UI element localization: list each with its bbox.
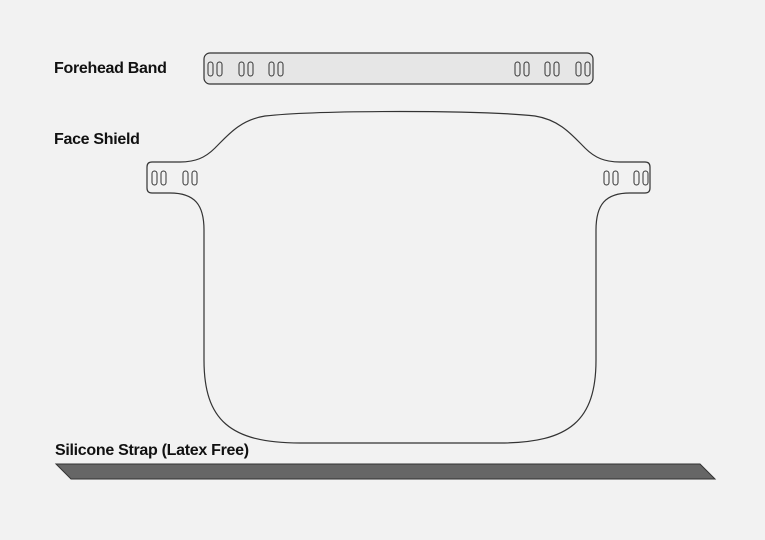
face-shield — [146, 110, 651, 444]
forehead-band — [203, 52, 594, 85]
diagram-canvas — [54, 52, 717, 480]
silicone-strap — [54, 463, 717, 480]
